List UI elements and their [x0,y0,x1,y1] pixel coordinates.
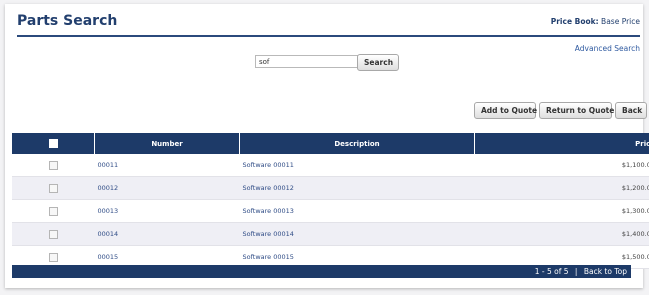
page-title: Parts Search [17,13,118,29]
table-row: 00014 Software 00014 $1,400.00 [12,222,649,246]
part-price: $1,100.00 [474,154,649,177]
price-book-label: Price Book: [550,17,599,26]
column-header-description[interactable]: Description [239,133,475,154]
table-header-row: Number Description Price [12,133,649,154]
part-price: $1,300.00 [474,199,649,223]
part-number[interactable]: 00013 [94,199,240,223]
row-checkbox[interactable] [48,206,58,216]
search-button[interactable]: Search [357,54,399,71]
row-checkbox[interactable] [48,252,58,262]
row-select-cell [12,154,95,177]
row-select-cell [12,199,95,223]
select-all-checkbox[interactable] [48,139,58,148]
part-number[interactable]: 00011 [94,154,240,177]
pagination-range: 1 - 5 of 5 [534,267,569,276]
column-header-number[interactable]: Number [94,133,240,154]
table-row: 00012 Software 00012 $1,200.00 [12,176,649,200]
row-select-cell [12,222,95,246]
table-row: 00013 Software 00013 $1,300.00 [12,199,649,223]
price-book-indicator: Price Book: Base Price [551,17,640,26]
price-book-value: Base Price [601,17,640,26]
part-description[interactable]: Software 00013 [239,199,475,223]
pagination-footer: 1 - 5 of 5 | Back to Top [12,265,631,278]
part-description[interactable]: Software 00011 [239,154,475,177]
advanced-search-link[interactable]: Advanced Search [575,44,640,53]
title-divider [17,35,640,37]
add-to-quote-button[interactable]: Add to Quote [474,102,537,119]
parts-results-table: Number Description Price 00011 Software … [12,133,649,269]
part-number[interactable]: 00014 [94,222,240,246]
part-number[interactable]: 00012 [94,176,240,200]
footer-separator: | [574,267,578,276]
part-description[interactable]: Software 00012 [239,176,475,200]
part-description[interactable]: Software 00014 [239,222,475,246]
table-row: 00011 Software 00011 $1,100.00 [12,154,649,177]
back-button[interactable]: Back [615,102,647,119]
row-checkbox[interactable] [48,183,58,193]
part-price: $1,400.00 [474,222,649,246]
return-to-quote-button[interactable]: Return to Quote [539,102,614,119]
search-input[interactable] [255,55,361,68]
back-to-top-link[interactable]: Back to Top [584,267,627,276]
part-price: $1,200.00 [474,176,649,200]
row-checkbox[interactable] [48,160,58,170]
row-select-cell [12,176,95,200]
row-checkbox[interactable] [48,229,58,239]
column-header-price[interactable]: Price [474,133,649,154]
select-all-header [12,133,95,154]
